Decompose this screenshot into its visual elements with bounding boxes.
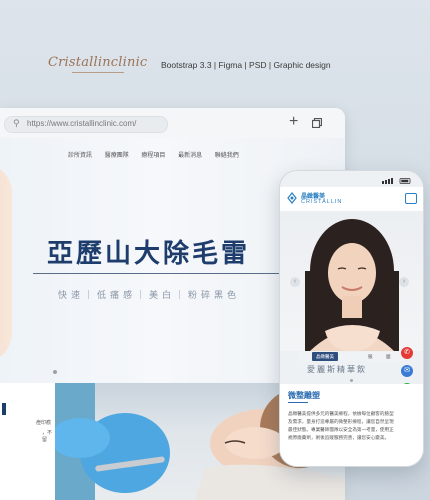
menu-icon[interactable] xyxy=(405,193,417,204)
content-text-line: 痘印痕 xyxy=(36,420,52,426)
section-marker xyxy=(2,403,6,415)
mobile-section: 微整雕塑 晶緻醫美提供多元的醫美療程，依據每位顧客的臉型及需求，量身打造專屬的微… xyxy=(280,384,423,466)
mobile-header: 晶緻醫美 CRISTALLIN xyxy=(280,187,423,211)
hero-title: 亞歷山大除毛雷 xyxy=(47,238,251,268)
mobile-hero-caption: 愛麗斯精華飲 xyxy=(307,365,367,374)
address-bar[interactable]: ⚲ https://www.cristallinclinic.com/ xyxy=(4,116,168,133)
brand-underline xyxy=(72,72,124,73)
brand-logo: Cristallinclinic xyxy=(48,55,148,70)
nav-item-medical-team[interactable]: 醫療團隊 xyxy=(105,153,129,159)
hero-divider xyxy=(33,273,283,274)
mail-icon[interactable]: ✉ xyxy=(401,365,413,377)
nav-item-news[interactable]: 最新消息 xyxy=(178,153,202,159)
phone-icon[interactable]: ✆ xyxy=(401,347,413,359)
browser-toolbar: ⚲ https://www.cristallinclinic.com/ + xyxy=(0,108,345,139)
section-body: 晶緻醫美提供多元的醫美療程，依據每位顧客的臉型及需求，量身打造專屬的微整形療程，… xyxy=(288,411,394,440)
mobile-tab[interactable]: 服 xyxy=(368,354,373,360)
nav-item-clinic-info[interactable]: 診所資訊 xyxy=(68,153,92,159)
content-panel: 痘印痕 ，不留 xyxy=(0,383,55,500)
tabs-icon[interactable] xyxy=(312,118,322,128)
mobile-hero: ‹ › xyxy=(280,211,423,351)
nav-item-contact[interactable]: 聯絡我們 xyxy=(215,153,239,159)
search-icon: ⚲ xyxy=(13,118,20,128)
content-text-line: ，不留 xyxy=(42,430,53,443)
main-nav: 診所資訊 醫療團隊 療程項目 最新消息 聯絡我們 xyxy=(68,150,250,159)
nav-item-treatments[interactable]: 療程項目 xyxy=(141,153,165,159)
next-slide-icon[interactable]: › xyxy=(399,277,409,287)
carousel-dot[interactable] xyxy=(350,379,353,382)
carousel-dot[interactable] xyxy=(53,370,57,374)
clinic-logo-icon xyxy=(287,192,297,204)
prev-slide-icon[interactable]: ‹ xyxy=(290,277,300,287)
address-url: https://www.cristallinclinic.com/ xyxy=(27,119,137,128)
section-title-underline xyxy=(288,402,308,403)
status-icons xyxy=(382,178,411,184)
logo-english: CRISTALLIN xyxy=(301,199,343,205)
hero-model-shoulder xyxy=(0,163,12,363)
tech-stack-label: Bootstrap 3.3 | Figma | PSD | Graphic de… xyxy=(161,60,331,70)
section-title: 微整雕塑 xyxy=(288,391,320,400)
mobile-tab-active[interactable]: 晶緻醫美 xyxy=(312,352,338,361)
hero-subtitle: 快速｜低痛感｜美白｜粉碎黑色 xyxy=(58,290,241,300)
new-tab-icon[interactable]: + xyxy=(289,113,298,131)
mobile-tab[interactable]: 國 xyxy=(386,354,391,360)
mobile-phone-mockup: 晶緻醫美 CRISTALLIN ‹ › 晶緻醫美 服 國 愛麗斯精華飲 ✆ ✉ … xyxy=(279,170,424,467)
